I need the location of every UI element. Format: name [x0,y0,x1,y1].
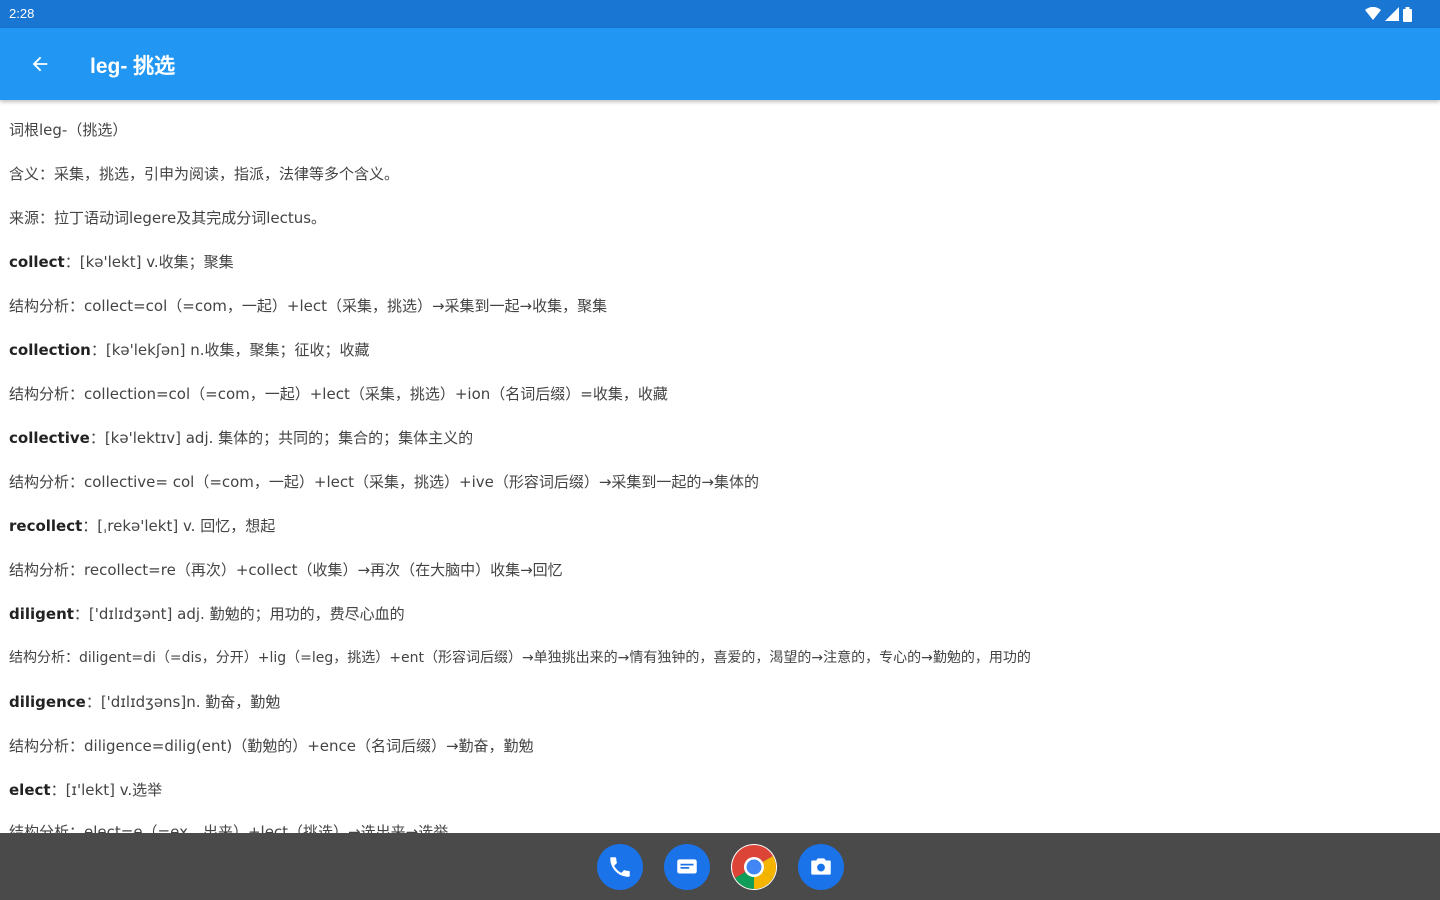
article-line: 结构分析：diligent=di（=dis，分开）+lig（=leg，挑选）+e… [9,648,1031,668]
messages-app[interactable] [664,844,710,890]
line-text: 词根leg-（挑选） [9,121,128,139]
line-text: 结构分析：collection=col（=com，一起）+lect（采集，挑选）… [9,385,668,403]
article-line: 来源：拉丁语动词legere及其完成分词lectus。 [9,208,326,228]
camera-app[interactable] [798,844,844,890]
line-text: ：[ɪ'lekt] v.选举 [50,781,163,799]
article-line: 结构分析：collect=col（=com，一起）+lect（采集，挑选）→采集… [9,296,607,316]
headword: diligent [9,605,74,623]
article-line: 结构分析：elect=e（=ex，出来）+lect（挑选）→选出来→选举 [9,822,448,833]
line-text: 结构分析：diligence=dilig(ent)（勤勉的）+ence（名词后缀… [9,737,534,755]
headword: diligence [9,693,86,711]
article-line: 含义：采集，挑选，引申为阅读，指派，法律等多个含义。 [9,164,399,184]
line-text: ：[kə'lekʃən] n.收集，聚集；征收；收藏 [90,341,370,359]
signal-icon [1385,7,1399,21]
line-text: 结构分析：collective= col（=com，一起）+lect（采集，挑选… [9,473,759,491]
article-line: 结构分析：collection=col（=com，一起）+lect（采集，挑选）… [9,384,668,404]
phone-icon [610,857,630,877]
headword: collection [9,341,91,359]
chrome-icon [732,845,776,889]
article-line: collection：[kə'lekʃən] n.收集，聚集；征收；收藏 [9,340,370,360]
line-text: 来源：拉丁语动词legere及其完成分词lectus。 [9,209,327,227]
page-title: leg- 挑选 [90,55,176,78]
line-text: 含义：采集，挑选，引申为阅读，指派，法律等多个含义。 [9,165,400,183]
status-time: 2:28 [9,6,35,21]
headword: collective [9,429,90,447]
wifi-icon [1365,7,1381,20]
camera-icon [811,858,831,875]
article-line: elect：[ɪ'lekt] v.选举 [9,780,162,800]
status-bar: 2:28 [0,0,1440,28]
article-line: recollect：[ˌrekə'lekt] v. 回忆，想起 [9,516,275,536]
messages-icon [677,859,697,874]
line-text: 结构分析：diligent=di（=dis，分开）+lig（=leg，挑选）+e… [9,650,1031,666]
article-line: 结构分析：collective= col（=com，一起）+lect（采集，挑选… [9,472,759,492]
line-text: ：[kə'lektɪv] adj. 集体的；共同的；集合的；集体主义的 [89,429,474,447]
chrome-app[interactable] [731,844,777,890]
line-text: 结构分析：recollect=re（再次）+collect（收集）→再次（在大脑… [9,561,563,579]
article-line: 词根leg-（挑选） [9,120,127,140]
headword: collect [9,253,65,271]
dock [0,833,1440,900]
line-text: 结构分析：collect=col（=com，一起）+lect（采集，挑选）→采集… [9,297,608,315]
phone-app[interactable] [597,844,643,890]
article-line: 结构分析：recollect=re（再次）+collect（收集）→再次（在大脑… [9,560,563,580]
status-icons [1365,6,1412,22]
article-line: collect：[kə'lekt] v.收集；聚集 [9,252,234,272]
line-text: ：[ˌrekə'lekt] v. 回忆，想起 [82,517,276,535]
battery-icon [1403,6,1412,22]
article-line: diligent：['dɪlɪdʒənt] adj. 勤勉的；用功的，费尽心血的 [9,604,405,624]
line-text: 结构分析：elect=e（=ex，出来）+lect（挑选）→选出来→选举 [9,823,449,833]
headword: elect [9,781,51,799]
line-text: ：['dɪlɪdʒəns]n. 勤奋，勤勉 [85,693,281,711]
back-button[interactable] [20,44,60,84]
line-text: ：['dɪlɪdʒənt] adj. 勤勉的；用功的，费尽心血的 [73,605,405,623]
line-text: ：[kə'lekt] v.收集；聚集 [64,253,234,271]
article-content[interactable]: 词根leg-（挑选） 含义：采集，挑选，引申为阅读，指派，法律等多个含义。 来源… [0,100,1440,833]
article-line: 结构分析：diligence=dilig(ent)（勤勉的）+ence（名词后缀… [9,736,534,756]
article-line: diligence：['dɪlɪdʒəns]n. 勤奋，勤勉 [9,692,280,712]
app-bar: leg- 挑选 [0,28,1440,100]
arrow-back-icon [32,56,48,72]
article-line: collective：[kə'lektɪv] adj. 集体的；共同的；集合的；… [9,428,473,448]
headword: recollect [9,517,83,535]
